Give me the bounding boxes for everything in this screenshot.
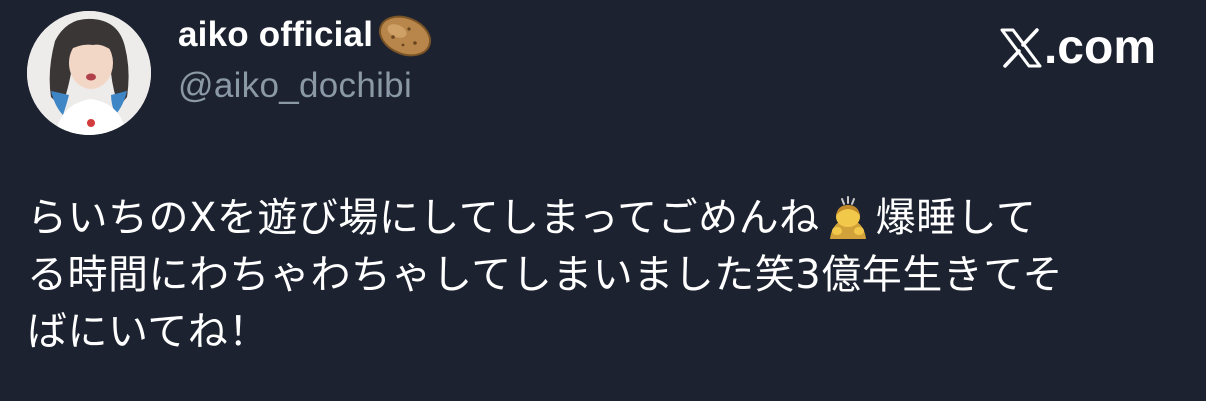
tweet-line-1: らいちのXを遊び場にしてしまってごめんね 爆睡して	[27, 190, 1187, 247]
tweet-text: らいちのXを遊び場にしてしまってごめんね 爆睡して る時間にわちゃわちゃしてしま…	[27, 190, 1187, 361]
brand-logo: .com	[1000, 20, 1156, 75]
avatar-image	[27, 11, 151, 135]
author-handle[interactable]: @aiko_dochibi	[178, 66, 435, 106]
tweet-line-3: ばにいてね！	[27, 309, 269, 355]
avatar[interactable]	[27, 11, 151, 135]
x-logo-icon	[1000, 27, 1042, 68]
author-name[interactable]: aiko official	[178, 15, 373, 55]
author-block: aiko official @aiko_dochibi	[178, 10, 435, 106]
tweet-text-part: 爆睡して	[875, 195, 1037, 241]
potato-icon	[379, 15, 432, 57]
tweet-text-part: らいちのXを遊び場にしてしまってごめんね	[27, 195, 820, 241]
brand-text: .com	[1043, 21, 1156, 74]
name-row: aiko official	[178, 10, 435, 60]
tweet-line-2: る時間にわちゃわちゃしてしまいました笑3億年生きてそ	[27, 252, 1064, 298]
person-bowing-icon	[829, 196, 866, 239]
